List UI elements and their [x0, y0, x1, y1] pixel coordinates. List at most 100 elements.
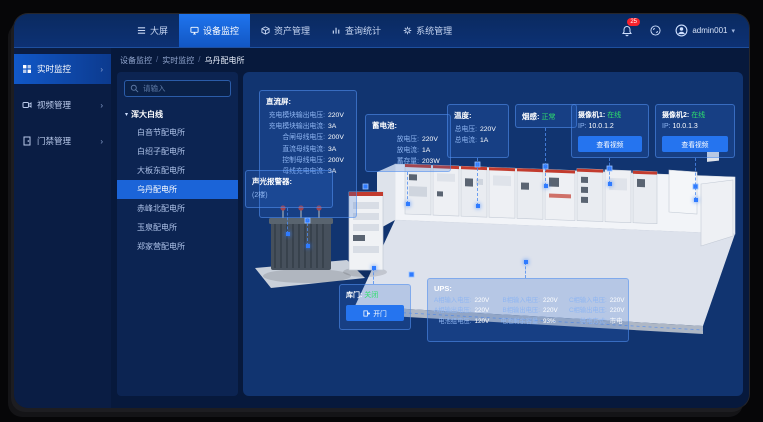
- field-label: 控制母线电压:: [266, 155, 325, 166]
- button-label: 查看视频: [681, 139, 708, 149]
- navbar-right: 25 admin001 ▾: [619, 14, 749, 47]
- connector-line: [307, 218, 308, 246]
- field-label: A相输入电压:: [434, 296, 471, 306]
- tree-item[interactable]: 大板东配电所: [117, 161, 238, 180]
- nav-label: 大屏: [150, 24, 168, 37]
- field-value: 200V: [328, 132, 350, 143]
- field-value: 220V: [422, 134, 444, 145]
- breadcrumb-item[interactable]: 实时监控: [162, 55, 194, 66]
- fullscreen-button[interactable]: [647, 23, 663, 39]
- open-door-icon: [363, 310, 370, 317]
- top-navbar: 大屏 设备监控 资产管理 查询统计 系统管理 25: [14, 14, 749, 48]
- gear-icon: [403, 26, 412, 35]
- sidebar-item-access[interactable]: 门禁管理 ›: [14, 126, 111, 156]
- tree-collapse-icon: ▾: [125, 111, 128, 118]
- notification-bell-button[interactable]: 25: [619, 23, 635, 39]
- nav-item-assets[interactable]: 资产管理: [250, 14, 321, 47]
- field-label: 供电方式:: [569, 317, 607, 327]
- connector-line: [525, 262, 526, 278]
- chevron-right-icon: ›: [100, 101, 103, 110]
- field-value: 120V: [474, 317, 496, 327]
- room-monitor-content: 直流屏: 充电模块输出电压:220V 充电模块输出电流:3A 合闸母线电压:20…: [243, 72, 743, 396]
- avatar-icon: [675, 24, 688, 37]
- camera-ip: 10.0.1.3: [673, 123, 698, 130]
- panel-title: UPS:: [434, 284, 622, 293]
- breadcrumb-separator: /: [198, 55, 200, 66]
- sidebar-item-realtime[interactable]: 实时监控 ›: [14, 54, 111, 84]
- view-video-button[interactable]: 查看视频: [662, 136, 728, 152]
- field-value: 220V: [480, 124, 502, 135]
- field-value: 市电: [610, 317, 632, 327]
- field-label: 直流母线电流:: [266, 144, 325, 155]
- menu-icon: [137, 26, 146, 35]
- chevron-right-icon: ›: [100, 65, 103, 74]
- nav-item-dashboard[interactable]: 大屏: [126, 14, 179, 47]
- field-label: 库门:: [346, 292, 362, 299]
- field-label: 总电压:: [454, 124, 477, 135]
- field-label: 放电流:: [372, 145, 419, 156]
- nav-item-statistics[interactable]: 查询统计: [321, 14, 392, 47]
- camera-status: 在线: [691, 112, 705, 119]
- connector-line: [695, 158, 696, 200]
- chevron-down-icon: ▾: [731, 27, 735, 35]
- nav-item-device-monitor[interactable]: 设备监控: [179, 14, 250, 47]
- tree-item-selected[interactable]: 乌丹配电所: [117, 180, 238, 199]
- breadcrumb: 设备监控 / 实时监控 / 乌丹配电所: [120, 55, 244, 66]
- button-label: 查看视频: [596, 139, 623, 149]
- ups-grid: A相输入电压:220V B相输入电压:220V C相输入电压:220V A相输出…: [434, 296, 622, 327]
- field-label: 电池剩余容量:: [500, 317, 540, 327]
- tree-item[interactable]: 赤峰北配电所: [117, 199, 238, 218]
- chart-icon: [332, 26, 341, 35]
- field-label: 合闸母线电压:: [266, 132, 325, 143]
- field-label: 电池组电压:: [434, 317, 471, 327]
- field-label: 蓄存量:: [372, 156, 419, 167]
- bell-icon: [621, 25, 633, 37]
- tree-item[interactable]: 白绍子配电所: [117, 142, 238, 161]
- tree-root-label: 浑大白线: [131, 109, 163, 120]
- field-label: 充电模块输出电流:: [266, 121, 325, 132]
- tree-item[interactable]: 白音节配电所: [117, 123, 238, 142]
- nav-item-system[interactable]: 系统管理: [392, 14, 463, 47]
- sidebar-label: 门禁管理: [37, 135, 71, 147]
- asset-box-icon: [261, 26, 270, 35]
- field-value: 1A: [422, 145, 444, 156]
- user-menu[interactable]: admin001 ▾: [675, 24, 735, 37]
- field-value: 220V: [543, 296, 565, 306]
- username: admin001: [692, 26, 727, 35]
- main-area: 设备监控 / 实时监控 / 乌丹配电所 ▾ 浑大白线 白音节配电所 白绍子配电所…: [111, 48, 749, 408]
- nav-label: 查询统计: [345, 24, 381, 37]
- field-label: C相输入电压:: [569, 296, 607, 306]
- door-access-icon: [22, 136, 32, 146]
- breadcrumb-separator: /: [156, 55, 158, 66]
- door-status: 关闭: [364, 292, 378, 299]
- panel-title: 蓄电池:: [372, 120, 444, 131]
- breadcrumb-item[interactable]: 设备监控: [120, 55, 152, 66]
- equipment-marker[interactable]: [363, 184, 368, 189]
- field-value: 220V: [328, 110, 350, 121]
- camera1-panel: 摄像机1: 在线 IP: 10.0.1.2 查看视频: [571, 104, 649, 158]
- sidebar-item-video[interactable]: 视频管理 ›: [14, 90, 111, 120]
- equipment-marker[interactable]: [409, 272, 414, 277]
- realtime-monitor-icon: [22, 64, 32, 74]
- search-input[interactable]: [143, 84, 213, 93]
- nav-label: 设备监控: [203, 24, 239, 37]
- field-label: 摄像机1:: [578, 112, 605, 119]
- open-door-button[interactable]: 开门: [346, 305, 404, 321]
- camera-ip: 10.0.1.2: [589, 123, 614, 130]
- breadcrumb-item-current: 乌丹配电所: [204, 55, 244, 66]
- smoke-sensor-panel: 烟感: 正常: [515, 104, 577, 128]
- tree-root-node[interactable]: ▾ 浑大白线: [117, 106, 238, 123]
- view-video-button[interactable]: 查看视频: [578, 136, 642, 152]
- left-sidebar: 实时监控 › 视频管理 › 门禁管理 ›: [14, 48, 111, 408]
- connector-line: [373, 268, 374, 284]
- tree-item[interactable]: 郑家营配电所: [117, 237, 238, 256]
- field-label: B相输出电压:: [500, 306, 540, 316]
- tree-item[interactable]: 玉泉配电所: [117, 218, 238, 237]
- ups-panel: UPS: A相输入电压:220V B相输入电压:220V C相输入电压:220V…: [427, 278, 629, 342]
- field-value: 3A: [328, 144, 350, 155]
- field-label: C相输出电压:: [569, 306, 607, 316]
- field-label: 摄像机2:: [662, 112, 689, 119]
- door-panel: 库门: 关闭 开门: [339, 284, 411, 330]
- monitor-icon: [190, 26, 199, 35]
- connector-line: [545, 128, 546, 186]
